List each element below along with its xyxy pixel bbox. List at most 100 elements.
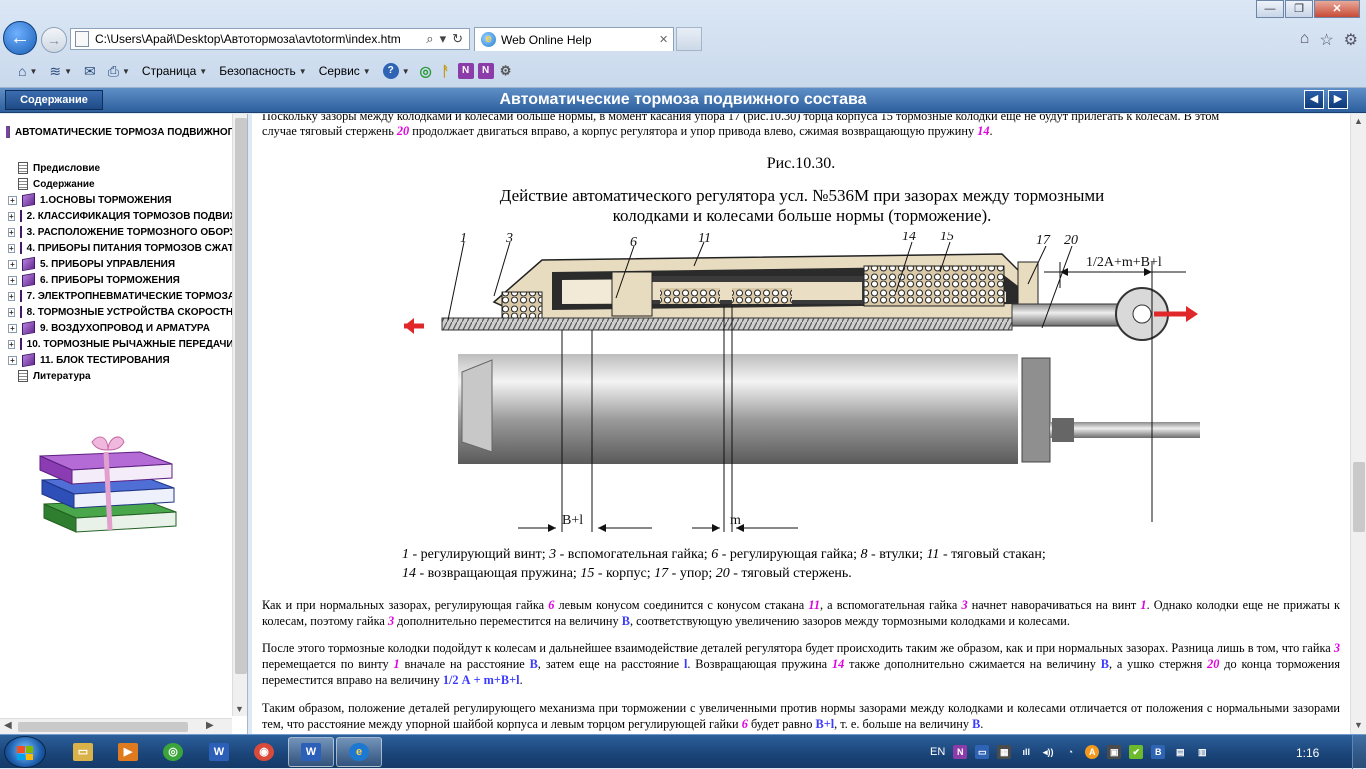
toc-root[interactable]: АВТОМАТИЧЕСКИЕ ТОРМОЗА ПОДВИЖНОГО СОСТАВ… (6, 126, 232, 138)
app-tray-icon[interactable]: B (1151, 745, 1166, 759)
scroll-up-icon[interactable]: ▲ (1354, 116, 1363, 126)
taskbar-word-2[interactable]: W (288, 737, 334, 767)
onenote-tray-icon[interactable]: N (953, 745, 968, 759)
scroll-down-icon[interactable]: ▼ (1354, 720, 1363, 730)
expand-icon[interactable]: + (8, 275, 17, 285)
expand-icon[interactable]: + (8, 227, 15, 237)
avast-icon[interactable]: A (1085, 745, 1100, 759)
toc-horizontal-scrollbar[interactable]: ◀ ▶ (0, 718, 232, 734)
expand-icon[interactable]: + (8, 355, 17, 365)
expand-icon[interactable]: + (8, 211, 15, 221)
content-scroll-thumb[interactable] (1353, 462, 1365, 532)
legend-number: 1 (402, 547, 409, 562)
minimize-button[interactable]: — (1256, 0, 1284, 18)
page-menu[interactable]: Страница ▼ (138, 61, 211, 81)
onenote-linked-icon[interactable]: N (477, 63, 494, 79)
language-indicator[interactable]: EN (930, 746, 945, 758)
refresh-icon[interactable]: ↻ (452, 31, 463, 47)
search-icon[interactable]: ⌕ (426, 31, 433, 47)
expand-icon[interactable]: + (8, 339, 15, 349)
toc-item-7[interactable]: +7. ЭЛЕКТРОПНЕВМАТИЧЕСКИЕ ТОРМОЗА (8, 288, 232, 304)
address-url[interactable]: C:\Users\Арай\Desktop\Автотормоза\avtoto… (95, 32, 425, 46)
toc-item-4[interactable]: +4. ПРИБОРЫ ПИТАНИЯ ТОРМОЗОВ СЖАТЫМ ВОЗД… (8, 240, 232, 256)
safety-menu[interactable]: Безопасность ▼ (215, 61, 310, 81)
content-vertical-scrollbar[interactable]: ▲ ▼ (1350, 114, 1366, 734)
toc-item-preface[interactable]: Предисловие (8, 160, 232, 176)
tab-web-online-help[interactable]: e Web Online Help ✕ (474, 27, 674, 51)
tools-gear-icon[interactable]: ⚙ (1344, 30, 1358, 50)
books-stack-icon (39, 436, 177, 533)
mail-button[interactable]: ✉ (80, 61, 100, 81)
onenote-icon[interactable]: N (457, 63, 474, 79)
expand-icon[interactable]: + (8, 195, 17, 205)
expand-icon[interactable]: + (8, 307, 15, 317)
toc-vertical-scrollbar[interactable]: ▼ (232, 114, 247, 716)
taskbar-media-player[interactable]: ▶ (105, 737, 151, 767)
app-tray-icon[interactable]: ▥ (1195, 745, 1209, 759)
back-button[interactable]: ← (3, 21, 37, 55)
feeds-button[interactable]: ≋ ▼ (45, 61, 76, 81)
close-button[interactable]: ✕ (1314, 0, 1360, 18)
ref-letter: В (1100, 657, 1109, 671)
restore-button[interactable]: ❐ (1285, 0, 1313, 18)
taskbar-word-1[interactable]: W (196, 737, 242, 767)
scroll-right-icon[interactable]: ▶ (206, 720, 214, 731)
toc-item-10[interactable]: +10. ТОРМОЗНЫЕ РЫЧАЖНЫЕ ПЕРЕДАЧИ (8, 336, 232, 352)
tools-menu[interactable]: Сервис ▼ (315, 61, 375, 81)
label-17: 17 (1036, 233, 1051, 248)
clock[interactable]: 1:16 (1296, 746, 1319, 760)
next-page-button[interactable]: ▶ (1328, 90, 1348, 109)
app-tray-icon[interactable]: ◔ (1063, 745, 1077, 759)
home-button[interactable]: ⌂ ▼ (14, 61, 41, 81)
toc-item-contents[interactable]: Содержание (8, 176, 232, 192)
start-button[interactable] (4, 736, 46, 768)
toc-item-11[interactable]: +11. БЛОК ТЕСТИРОВАНИЯ (8, 352, 232, 368)
network-icon[interactable]: ıll (1019, 745, 1033, 759)
nvidia-icon[interactable]: ✔ (1129, 745, 1144, 759)
expand-icon[interactable]: + (8, 323, 17, 333)
toc-hscroll-thumb[interactable] (18, 722, 188, 732)
toc-item-8[interactable]: +8. ТОРМОЗНЫЕ УСТРОЙСТВА СКОРОСТНОГО ПОД… (8, 304, 232, 320)
toc-item-2[interactable]: +2. КЛАССИФИКАЦИЯ ТОРМОЗОВ ПОДВИЖНОГО СО… (8, 208, 232, 224)
show-desktop-button[interactable] (1352, 735, 1366, 769)
expand-icon[interactable]: + (8, 259, 17, 269)
legend-text: - регулирующая гайка; (718, 547, 861, 562)
home-icon[interactable]: ⌂ (1300, 30, 1310, 50)
address-bar[interactable]: C:\Users\Арай\Desktop\Автотормоза\avtoto… (70, 28, 470, 50)
tab-close-icon[interactable]: ✕ (659, 33, 673, 46)
text: перемещается по винту (262, 657, 394, 671)
taskbar-green-app[interactable]: ◎ (150, 737, 196, 767)
research-icon[interactable]: ⚙ (498, 63, 514, 79)
forward-button[interactable]: → (41, 27, 67, 53)
toc-item-9[interactable]: +9. ВОЗДУХОПРОВОД И АРМАТУРА (8, 320, 232, 336)
toc-item-3[interactable]: +3. РАСПОЛОЖЕНИЕ ТОРМОЗНОГО ОБОРУДОВАНИЯ (8, 224, 232, 240)
favorites-star-icon[interactable]: ☆ (1319, 30, 1333, 50)
dropdown-icon[interactable]: ▾ (440, 31, 447, 47)
toc-item-literature[interactable]: Литература (8, 368, 232, 384)
addon-green-icon[interactable]: ◎ (418, 63, 434, 79)
print-button[interactable]: ⎙ ▼ (104, 61, 134, 81)
taskbar-internet-explorer[interactable]: e (336, 737, 382, 767)
expand-icon[interactable]: + (8, 243, 15, 253)
new-tab-button[interactable] (676, 27, 702, 51)
toc-item-5[interactable]: +5. ПРИБОРЫ УПРАВЛЕНИЯ (8, 256, 232, 272)
app-tray-icon[interactable]: ▣ (1107, 745, 1122, 759)
help-menu[interactable]: ? ▼ (379, 61, 414, 81)
app-tray-icon[interactable]: ▦ (997, 745, 1012, 759)
volume-icon[interactable]: ◂)) (1041, 745, 1055, 759)
taskbar-chrome[interactable]: ◉ (241, 737, 287, 767)
expand-icon[interactable]: + (8, 291, 15, 301)
taskbar-explorer[interactable]: ▭ (60, 737, 106, 767)
app-tray-icon[interactable]: ▭ (975, 745, 990, 759)
toc-item-6[interactable]: +6. ПРИБОРЫ ТОРМОЖЕНИЯ (8, 272, 232, 288)
figure-title-line-2: колодками и колесами больше нормы (тормо… (612, 206, 992, 225)
scroll-left-icon[interactable]: ◀ (4, 720, 12, 731)
app-tray-icon[interactable]: ▤ (1173, 745, 1187, 759)
addon-translate-icon[interactable]: ᚨ (438, 63, 454, 79)
scroll-down-icon[interactable]: ▼ (235, 704, 244, 714)
open-book-icon (6, 126, 10, 138)
figure-legend-line-2: 14 - возвращающая пружина; 15 - корпус; … (402, 565, 1222, 583)
toc-item-1[interactable]: +1.ОСНОВЫ ТОРМОЖЕНИЯ (8, 192, 232, 208)
toc-scroll-thumb[interactable] (235, 118, 247, 674)
prev-page-button[interactable]: ◀ (1304, 90, 1324, 109)
